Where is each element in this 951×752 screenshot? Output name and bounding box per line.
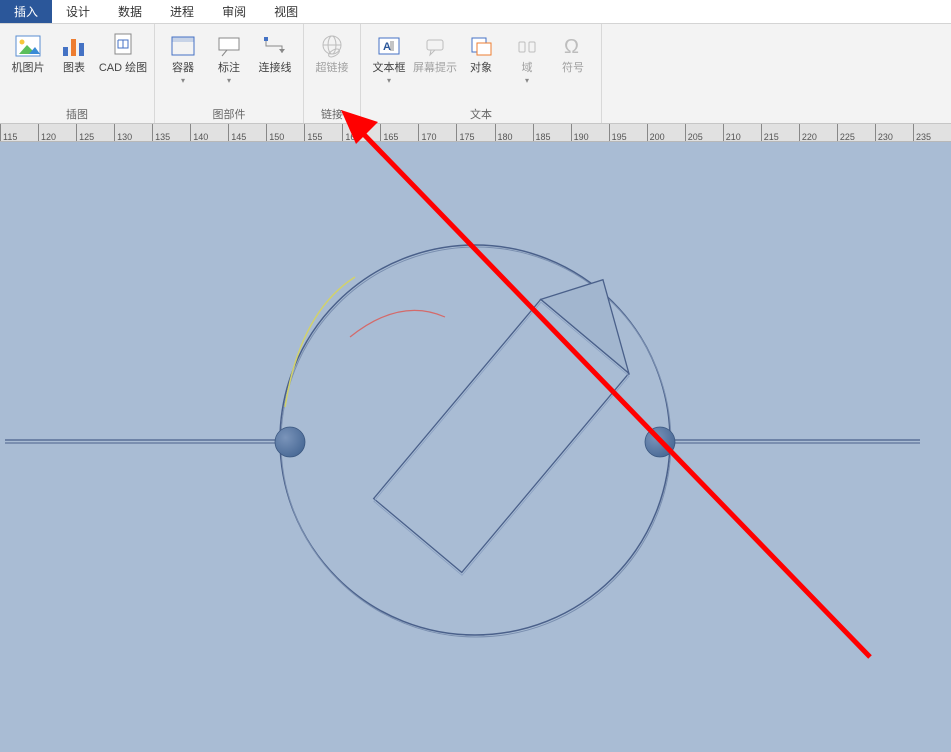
label-screentip: 屏幕提示	[413, 62, 457, 75]
dropdown-icon: ▾	[525, 76, 529, 85]
ruler-mark: 195	[609, 124, 627, 142]
tab-process[interactable]: 进程	[156, 0, 208, 23]
menu-tabs: 插入 设计 数据 进程 审阅 视图	[0, 0, 951, 24]
group-illustration: 机图片 图表 CAD 绘图 插图	[0, 24, 155, 123]
ruler-mark: 200	[647, 124, 665, 142]
ruler-mark: 220	[799, 124, 817, 142]
label-callout: 标注	[218, 62, 240, 75]
ruler-mark: 210	[723, 124, 741, 142]
container-icon	[169, 32, 197, 60]
ruler-mark: 215	[761, 124, 779, 142]
ruler-mark: 135	[152, 124, 170, 142]
object-icon	[467, 32, 495, 60]
group-link: 超链接 链接	[304, 24, 361, 123]
ruler-mark: 185	[533, 124, 551, 142]
ruler-mark: 170	[418, 124, 436, 142]
group-diagram-parts: 容器 ▾ 标注 ▾ 连接线 图部件	[155, 24, 304, 123]
btn-hyperlink: 超链接	[310, 28, 354, 105]
textbox-icon: A	[375, 32, 403, 60]
cad-icon	[109, 32, 137, 60]
ruler-mark: 160	[342, 124, 360, 142]
drawing-canvas[interactable]	[0, 142, 951, 752]
label-hyperlink: 超链接	[316, 62, 349, 75]
ruler-mark: 225	[837, 124, 855, 142]
label-object: 对象	[470, 62, 492, 75]
label-field: 域	[522, 62, 533, 75]
tab-design[interactable]: 设计	[52, 0, 104, 23]
ruler-mark: 175	[456, 124, 474, 142]
btn-chart[interactable]: 图表	[52, 28, 96, 105]
label-connector: 连接线	[259, 62, 292, 75]
btn-textbox[interactable]: A 文本框 ▾	[367, 28, 411, 105]
group-label-illustration: 插图	[66, 105, 88, 123]
ruler-mark: 145	[228, 124, 246, 142]
ruler-mark: 155	[304, 124, 322, 142]
callout-icon	[215, 32, 243, 60]
image-icon	[14, 32, 42, 60]
ruler-mark: 150	[266, 124, 284, 142]
ribbon: 机图片 图表 CAD 绘图 插图 容器	[0, 24, 951, 124]
ruler-mark: 230	[875, 124, 893, 142]
btn-local-image[interactable]: 机图片	[6, 28, 50, 105]
chart-icon	[60, 32, 88, 60]
label-cad: CAD 绘图	[99, 62, 147, 75]
tab-insert[interactable]: 插入	[0, 0, 52, 23]
dropdown-icon: ▾	[181, 76, 185, 85]
label-container: 容器	[172, 62, 194, 75]
tab-data[interactable]: 数据	[104, 0, 156, 23]
screentip-icon	[421, 32, 449, 60]
ruler-mark: 235	[913, 124, 931, 142]
connector-icon	[261, 32, 289, 60]
diagram-content	[0, 142, 951, 752]
label-textbox: 文本框	[373, 62, 406, 75]
horizontal-ruler: 115 120 125 130 135 140 145 150 155 160 165 170 175 1…	[0, 124, 951, 142]
ruler-mark: 130	[114, 124, 132, 142]
ruler-mark: 120	[38, 124, 56, 142]
field-icon	[513, 32, 541, 60]
group-label-diagram-parts: 图部件	[213, 105, 246, 123]
btn-symbol: Ω 符号	[551, 28, 595, 105]
btn-connector[interactable]: 连接线	[253, 28, 297, 105]
btn-cad-drawing[interactable]: CAD 绘图	[98, 28, 148, 105]
ruler-mark: 190	[571, 124, 589, 142]
tab-review[interactable]: 审阅	[208, 0, 260, 23]
btn-object[interactable]: 对象	[459, 28, 503, 105]
group-text: A 文本框 ▾ 屏幕提示 对象 域	[361, 24, 602, 123]
group-label-link: 链接	[321, 105, 343, 123]
btn-callout[interactable]: 标注 ▾	[207, 28, 251, 105]
ruler-mark: 125	[76, 124, 94, 142]
ruler-mark: 165	[380, 124, 398, 142]
ruler-mark: 115	[0, 124, 17, 142]
ruler-mark: 140	[190, 124, 208, 142]
btn-field: 域 ▾	[505, 28, 549, 105]
label-local-image: 机图片	[12, 62, 45, 75]
ruler-mark: 205	[685, 124, 703, 142]
group-label-text: 文本	[470, 105, 492, 123]
dropdown-icon: ▾	[387, 76, 391, 85]
hyperlink-icon	[318, 32, 346, 60]
dropdown-icon: ▾	[227, 76, 231, 85]
ruler-mark: 180	[495, 124, 513, 142]
label-chart: 图表	[63, 62, 85, 75]
label-symbol: 符号	[562, 62, 584, 75]
symbol-icon: Ω	[559, 32, 587, 60]
tab-view[interactable]: 视图	[260, 0, 312, 23]
svg-text:A: A	[383, 41, 391, 53]
btn-screentip: 屏幕提示	[413, 28, 457, 105]
btn-container[interactable]: 容器 ▾	[161, 28, 205, 105]
svg-text:Ω: Ω	[564, 36, 579, 57]
